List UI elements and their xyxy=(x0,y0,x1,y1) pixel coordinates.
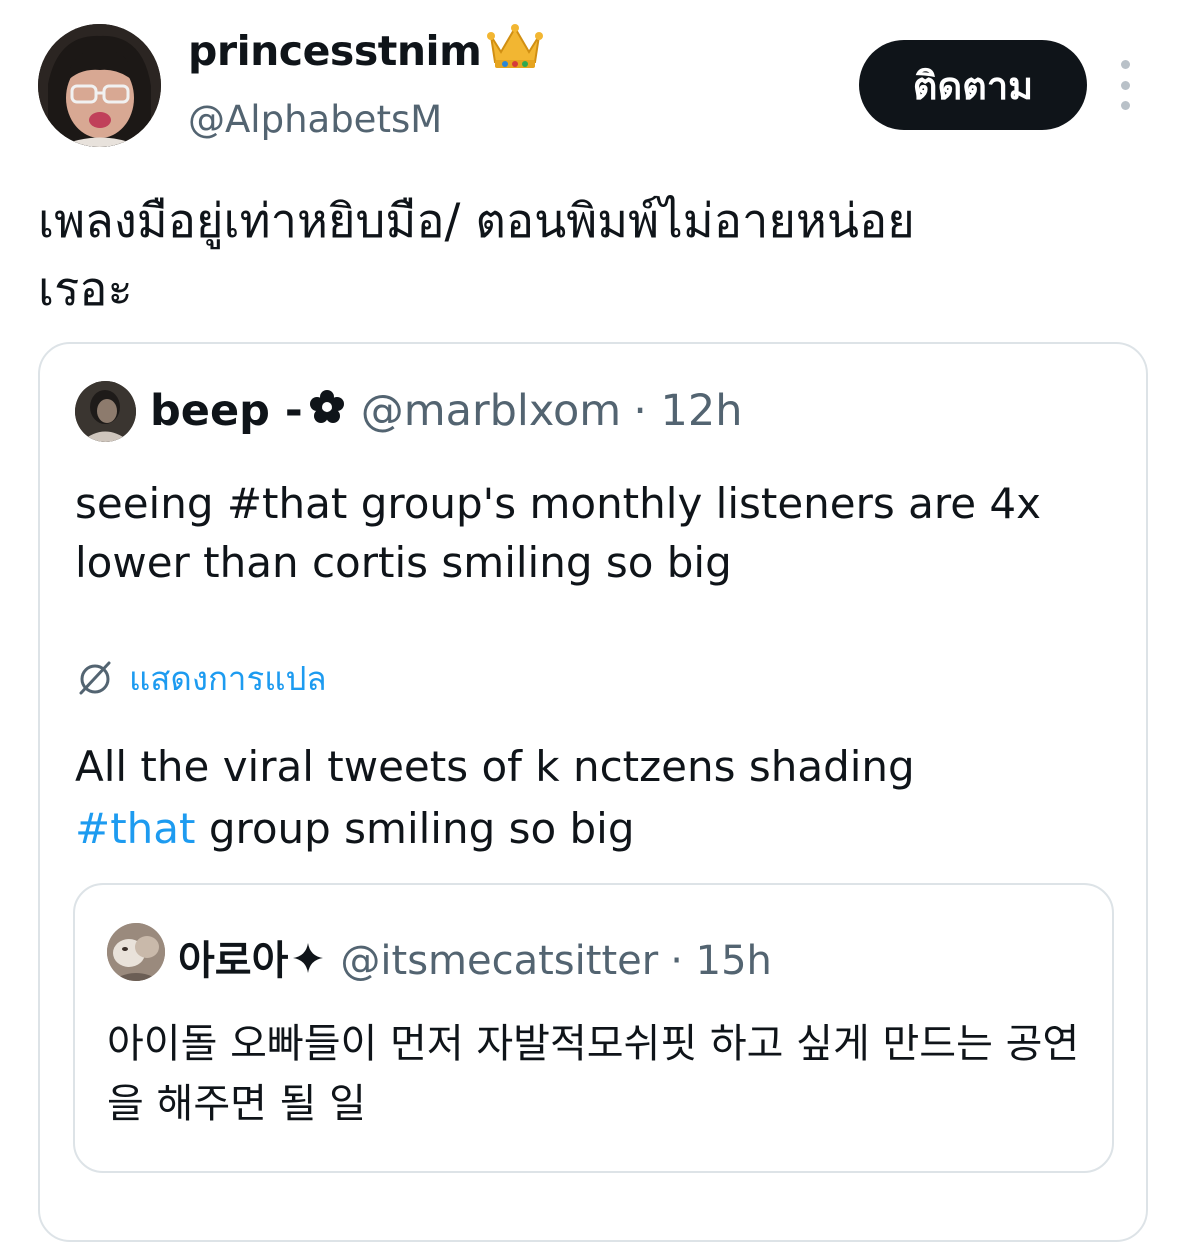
flower-icon xyxy=(309,386,345,436)
translate-label[interactable]: แสดงการแปล xyxy=(129,652,327,705)
nested-quoted-handle[interactable]: @itsmecatsitter xyxy=(340,938,658,984)
display-name-text[interactable]: princesstnim xyxy=(188,27,482,75)
translated-text-start: All the viral tweets of k nctzens shadin… xyxy=(75,742,915,791)
tweet-text-line-2: เรอะ xyxy=(38,262,133,317)
crown-icon xyxy=(487,22,544,80)
quoted-text: seeing #that group's monthly listeners a… xyxy=(75,479,1041,587)
translated-text-end: group smiling so big xyxy=(195,804,635,853)
translated-text: All the viral tweets of k nctzens shadin… xyxy=(75,736,1135,860)
translate-icon xyxy=(75,657,115,701)
nested-quoted-header: 아로아 @itsmecatsitter · 15h xyxy=(178,928,772,986)
quoted-avatar[interactable] xyxy=(75,381,136,442)
avatar[interactable] xyxy=(38,24,161,147)
sparkle-icon xyxy=(292,938,324,984)
tweet-text-line-1: เพลงมือยู่เท่าหยิบมือ/ ตอนพิมพ์ไม่อายหน่… xyxy=(38,194,915,249)
show-translation-button[interactable]: แสดงการแปล xyxy=(75,652,327,705)
quoted-header: beep - @marblxom · 12h xyxy=(150,386,743,436)
nested-quoted-text: 아이돌 오빠들이 먼저 자발적모쉬핏 하고 싶게 만드는 공연을 해주면 될 일 xyxy=(107,1021,1080,1127)
quoted-display-name[interactable]: beep - xyxy=(150,386,303,436)
tweet-text: เพลงมือยู่เท่าหยิบมือ/ ตอนพิมพ์ไม่อายหน่… xyxy=(38,188,1138,324)
hashtag-link[interactable]: #that xyxy=(75,804,195,853)
nested-quoted-timestamp[interactable]: · 15h xyxy=(670,938,772,984)
nested-quoted-display-name[interactable]: 아로아 xyxy=(178,928,288,986)
quoted-handle[interactable]: @marblxom xyxy=(361,386,621,436)
display-name[interactable]: princesstnim xyxy=(188,22,544,80)
follow-button[interactable]: ติดตาม xyxy=(859,40,1087,130)
handle[interactable]: @AlphabetsM xyxy=(188,98,442,141)
more-icon[interactable] xyxy=(1110,60,1140,110)
quoted-timestamp[interactable]: · 12h xyxy=(633,386,742,436)
nested-quoted-avatar[interactable] xyxy=(107,923,165,981)
